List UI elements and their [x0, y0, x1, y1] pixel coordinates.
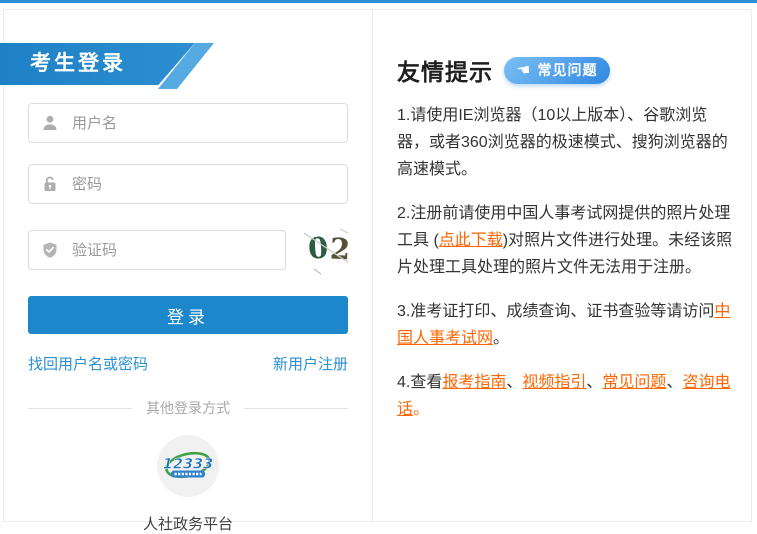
notice-panel: 友情提示 ☚ 常见问题 1.请使用IE浏览器（10以上版本）、谷歌浏览器，或者3…	[373, 10, 751, 521]
tip: 1.请使用IE浏览器（10以上版本）、谷歌浏览器，或者360浏览器的极速模式、搜…	[397, 102, 735, 183]
tip-text: 、	[586, 374, 602, 391]
login-title: 考生登录	[0, 43, 214, 85]
other-login-divider: 其他登录方式	[28, 398, 348, 418]
notice-tips: 1.请使用IE浏览器（10以上版本）、谷歌浏览器，或者360浏览器的极速模式、搜…	[397, 102, 735, 423]
login-panel: 考生登录	[4, 10, 373, 521]
captcha-row: 02937	[28, 225, 348, 275]
faq-badge-button[interactable]: ☚ 常见问题	[504, 57, 610, 84]
username-input[interactable]	[70, 114, 335, 133]
login-button[interactable]: 登录	[28, 296, 348, 334]
platform-label: 人社政务平台	[28, 513, 348, 534]
other-login-label: 其他登录方式	[146, 398, 230, 418]
tip-text: 、	[506, 374, 522, 391]
tip-text: 、	[666, 374, 682, 391]
captcha-noise-lines	[302, 225, 348, 275]
captcha-field[interactable]	[28, 230, 286, 270]
shield-check-icon	[41, 241, 59, 259]
tip: 2.注册前请使用中国人事考试网提供的照片处理工具 (点此下载)对照片文件进行处理…	[397, 200, 735, 281]
user-icon	[41, 114, 59, 132]
divider-line-left	[28, 408, 132, 409]
tip-text: 3.准考证打印、成绩查询、证书查验等请访问	[397, 303, 714, 320]
login-links-row: 找回用户名或密码 新用户注册	[28, 353, 348, 374]
captcha-image[interactable]: 02937	[302, 225, 348, 275]
notice-title: 友情提示	[397, 53, 493, 87]
tip-link[interactable]: 点此下载	[439, 232, 503, 249]
lock-icon	[41, 175, 59, 193]
tip-link[interactable]: 常见问题	[602, 374, 666, 391]
logo-number: 12333	[163, 457, 213, 473]
tip: 3.准考证打印、成绩查询、证书查验等请访问中国人事考试网。	[397, 298, 735, 352]
recover-password-link[interactable]: 找回用户名或密码	[28, 353, 148, 374]
captcha-input[interactable]	[70, 241, 273, 260]
top-accent-bar	[0, 0, 757, 3]
12333-logo-icon[interactable]: 12333	[157, 435, 219, 497]
faq-badge-label: 常见问题	[537, 60, 597, 80]
banner-ribbon-tip	[158, 43, 214, 89]
tip-text: 。	[413, 401, 429, 418]
login-title-banner: 考生登录	[0, 43, 222, 91]
password-input[interactable]	[70, 175, 335, 194]
tip-link[interactable]: 报考指南	[442, 374, 506, 391]
register-link[interactable]: 新用户注册	[273, 353, 348, 374]
username-field[interactable]	[28, 103, 348, 143]
notice-header: 友情提示 ☚ 常见问题	[397, 53, 735, 87]
password-field[interactable]	[28, 164, 348, 204]
tip-link[interactable]: 视频指引	[522, 374, 586, 391]
divider-line-right	[244, 408, 348, 409]
tip: 4.查看报考指南、视频指引、常见问题、咨询电话。	[397, 369, 735, 423]
hand-pointer-icon: ☚	[516, 60, 533, 80]
tip-text: 1.请使用IE浏览器（10以上版本）、谷歌浏览器，或者360浏览器的极速模式、搜…	[397, 107, 728, 178]
tip-text: 。	[493, 330, 509, 347]
tip-text: 4.查看	[397, 374, 442, 391]
main-container: 考生登录	[3, 9, 752, 522]
platform-login[interactable]: 12333 人社政务平台	[28, 435, 348, 534]
